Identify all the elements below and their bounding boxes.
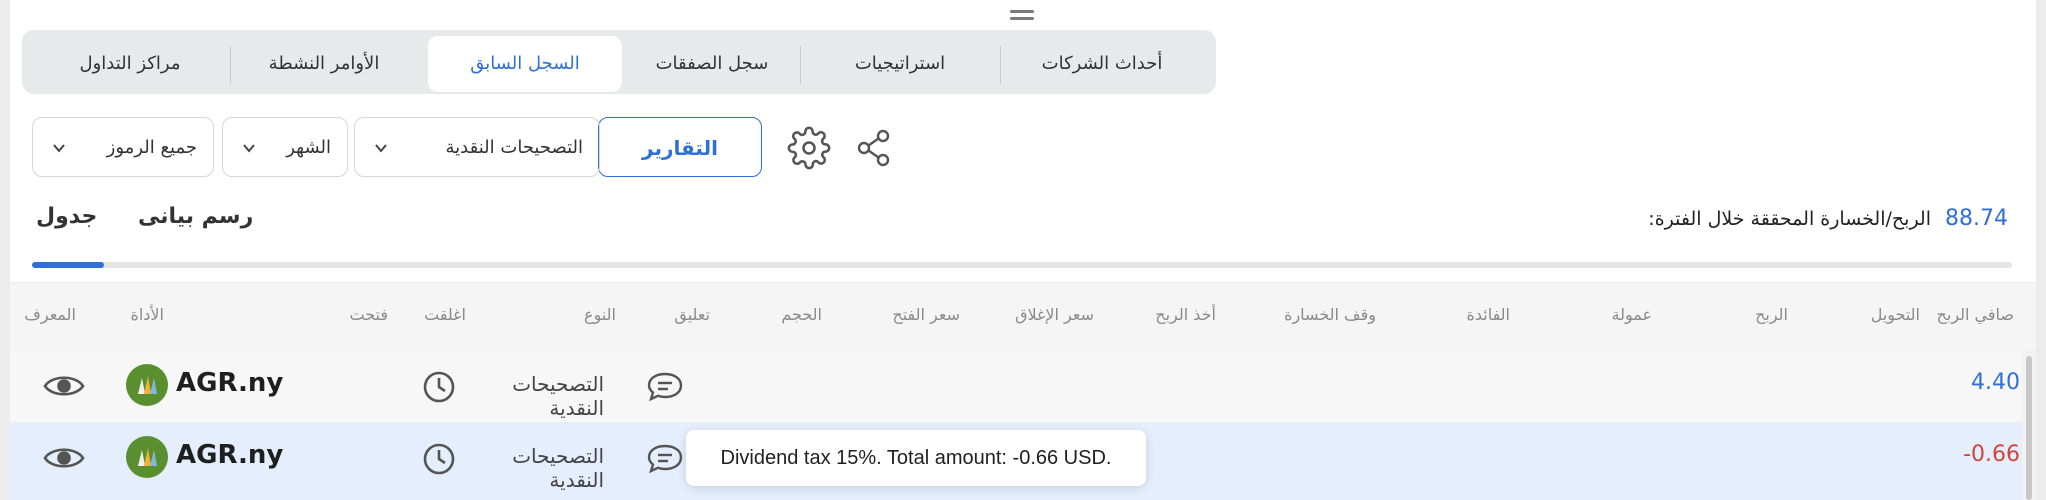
chevron-down-icon (375, 144, 387, 153)
col-instrument[interactable]: الأداة (130, 305, 164, 324)
comment-icon[interactable] (646, 370, 684, 404)
col-take-profit[interactable]: أخذ الربح (1155, 305, 1216, 324)
table-scrollbar[interactable] (2022, 350, 2036, 500)
row-net-profit: 4.40 (1971, 370, 2020, 395)
realized-pnl-label: :الربح/الخسارة المحققة خلال الفترة (1648, 208, 1931, 230)
scrollbar-thumb[interactable] (2026, 356, 2032, 500)
instrument-symbol: AGR.ny (176, 440, 284, 470)
tab-corporate-actions[interactable]: أحداث الشركات (1002, 36, 1202, 92)
col-close-price[interactable]: سعر الإغلاق (1015, 305, 1094, 324)
realized-pnl-value: 88.74 (1945, 206, 2008, 231)
symbol-filter-dropdown[interactable]: جميع الرموز (32, 117, 214, 177)
col-closed[interactable]: اغلقت (424, 305, 466, 324)
col-type[interactable]: النوع (584, 305, 616, 324)
comment-icon[interactable] (646, 442, 684, 476)
tab-history[interactable]: السجل السابق (428, 36, 622, 92)
col-interest[interactable]: الفائدة (1466, 305, 1510, 324)
period-filter-dropdown[interactable]: الشهر (222, 117, 348, 177)
tab-trades-log[interactable]: سجل الصفقات (626, 36, 798, 92)
col-opened[interactable]: فتحت (349, 305, 388, 324)
eye-icon[interactable] (42, 440, 86, 476)
drag-handle-icon[interactable] (1010, 10, 1034, 24)
view-tab-chart[interactable]: رسم بيانى (138, 204, 253, 229)
col-stop-loss[interactable]: وقف الخسارة (1284, 305, 1376, 324)
tab-positions[interactable]: مراكز التداول (32, 36, 228, 92)
tab-active-orders[interactable]: الأوامر النشطة (234, 36, 414, 92)
col-swap[interactable]: التحويل (1871, 305, 1920, 324)
top-tabs: أحداث الشركات استراتيجيات سجل الصفقات ال… (22, 30, 1216, 94)
type-filter-dropdown[interactable]: التصحيحات النقدية (354, 117, 600, 177)
row-type: التصحيحات النقدية (512, 444, 604, 492)
comment-tooltip: Dividend tax 15%. Total amount: -0.66 US… (686, 430, 1146, 486)
view-tab-track (32, 262, 2012, 268)
chevron-down-icon (53, 144, 65, 153)
table-header: صافي الربح التحويل الربح عمولة الفائدة و… (10, 282, 2036, 351)
instrument-logo (126, 364, 168, 406)
table-row[interactable]: AGR.ny التصحيحات النقدية 4.40 (10, 350, 2022, 422)
view-tab-indicator (32, 262, 104, 268)
chevron-down-icon (243, 144, 255, 153)
clock-icon[interactable] (422, 442, 456, 476)
instrument-symbol: AGR.ny (176, 368, 284, 398)
tab-divider (800, 46, 801, 84)
col-id[interactable]: المعرف (24, 305, 76, 324)
row-type: التصحيحات النقدية (512, 372, 604, 420)
col-volume[interactable]: الحجم (781, 305, 822, 324)
col-profit[interactable]: الربح (1755, 305, 1788, 324)
reports-button[interactable]: التقارير (598, 117, 762, 177)
row-net-profit: -0.66 (1963, 442, 2020, 467)
tab-strategies[interactable]: استراتيجيات (802, 36, 998, 92)
instrument-logo (126, 436, 168, 478)
view-tab-table[interactable]: جدول (36, 204, 97, 229)
period-filter-value: الشهر (286, 137, 331, 158)
col-net-profit[interactable]: صافي الربح (1937, 305, 2014, 324)
col-comment[interactable]: تعليق (674, 305, 710, 324)
eye-icon[interactable] (42, 368, 86, 404)
type-filter-value: التصحيحات النقدية (445, 137, 583, 158)
clock-icon[interactable] (422, 370, 456, 404)
share-icon[interactable] (852, 126, 896, 170)
col-commission[interactable]: عمولة (1611, 305, 1652, 324)
col-open-price[interactable]: سعر الفتح (892, 305, 960, 324)
gear-icon[interactable] (787, 126, 831, 170)
tab-divider (230, 46, 231, 84)
symbol-filter-value: جميع الرموز (106, 137, 197, 158)
tab-divider (1000, 46, 1001, 84)
